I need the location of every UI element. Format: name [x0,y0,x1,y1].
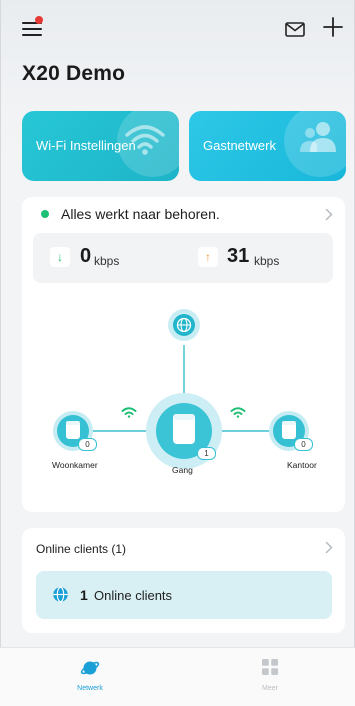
page-title: X20 Demo [22,62,126,85]
globe-icon [176,317,192,333]
client-count-badge: 0 [78,438,97,451]
wifi-settings-label: Wi-Fi Instellingen [36,138,136,153]
mail-button[interactable] [285,22,305,37]
users-icon [300,122,336,152]
window-edge-left [0,0,1,705]
online-clients-label: Online clients [94,588,173,603]
globe-icon [53,586,68,603]
client-count-badge: 0 [294,438,313,451]
mail-icon [285,22,305,37]
internet-node[interactable] [168,309,200,341]
client-count-badge: 1 [197,447,216,460]
node-label-kantoor: Kantoor [287,460,317,470]
router-icon [173,414,195,444]
wifi-settings-card[interactable]: Wi-Fi Instellingen [22,111,179,181]
tab-meer[interactable]: Meer [256,658,284,698]
node-label-woonkamer: Woonkamer [52,460,98,470]
wifi-signal-icon [230,407,246,418]
online-clients-count: 1 [80,587,88,603]
guest-network-card[interactable]: Gastnetwerk [189,111,346,181]
mesh-node-woonkamer[interactable]: 0 [53,411,97,451]
node-label-gang: Gang [172,465,193,475]
menu-line [22,28,42,31]
mesh-node-kantoor[interactable]: 0 [269,411,313,451]
router-icon [66,421,80,439]
bottom-tab-bar: Netwerk Meer [0,647,355,706]
router-icon [282,421,296,439]
chevron-right-icon[interactable] [325,541,333,554]
tab-label: Netwerk [77,685,103,692]
menu-button[interactable] [22,16,44,37]
guest-network-label: Gastnetwerk [203,138,276,153]
add-button[interactable] [322,16,344,38]
planet-icon [80,661,100,675]
tab-label: Meer [262,685,278,692]
online-clients-card[interactable]: Online clients (1) 1 Online clients [22,528,345,633]
tab-netwerk[interactable]: Netwerk [76,658,104,698]
plus-icon [323,17,343,37]
online-clients-summary[interactable]: 1 Online clients [36,571,332,619]
online-clients-title: Online clients (1) [36,542,127,556]
wifi-signal-icon [121,407,137,418]
grid-icon [262,659,278,675]
network-status-card[interactable]: Alles werkt naar behoren. ↓ 0 kbps ↑ 31 … [22,197,345,512]
menu-line [22,34,42,37]
mesh-node-gang[interactable]: 1 [146,393,222,469]
notification-dot [35,16,43,24]
